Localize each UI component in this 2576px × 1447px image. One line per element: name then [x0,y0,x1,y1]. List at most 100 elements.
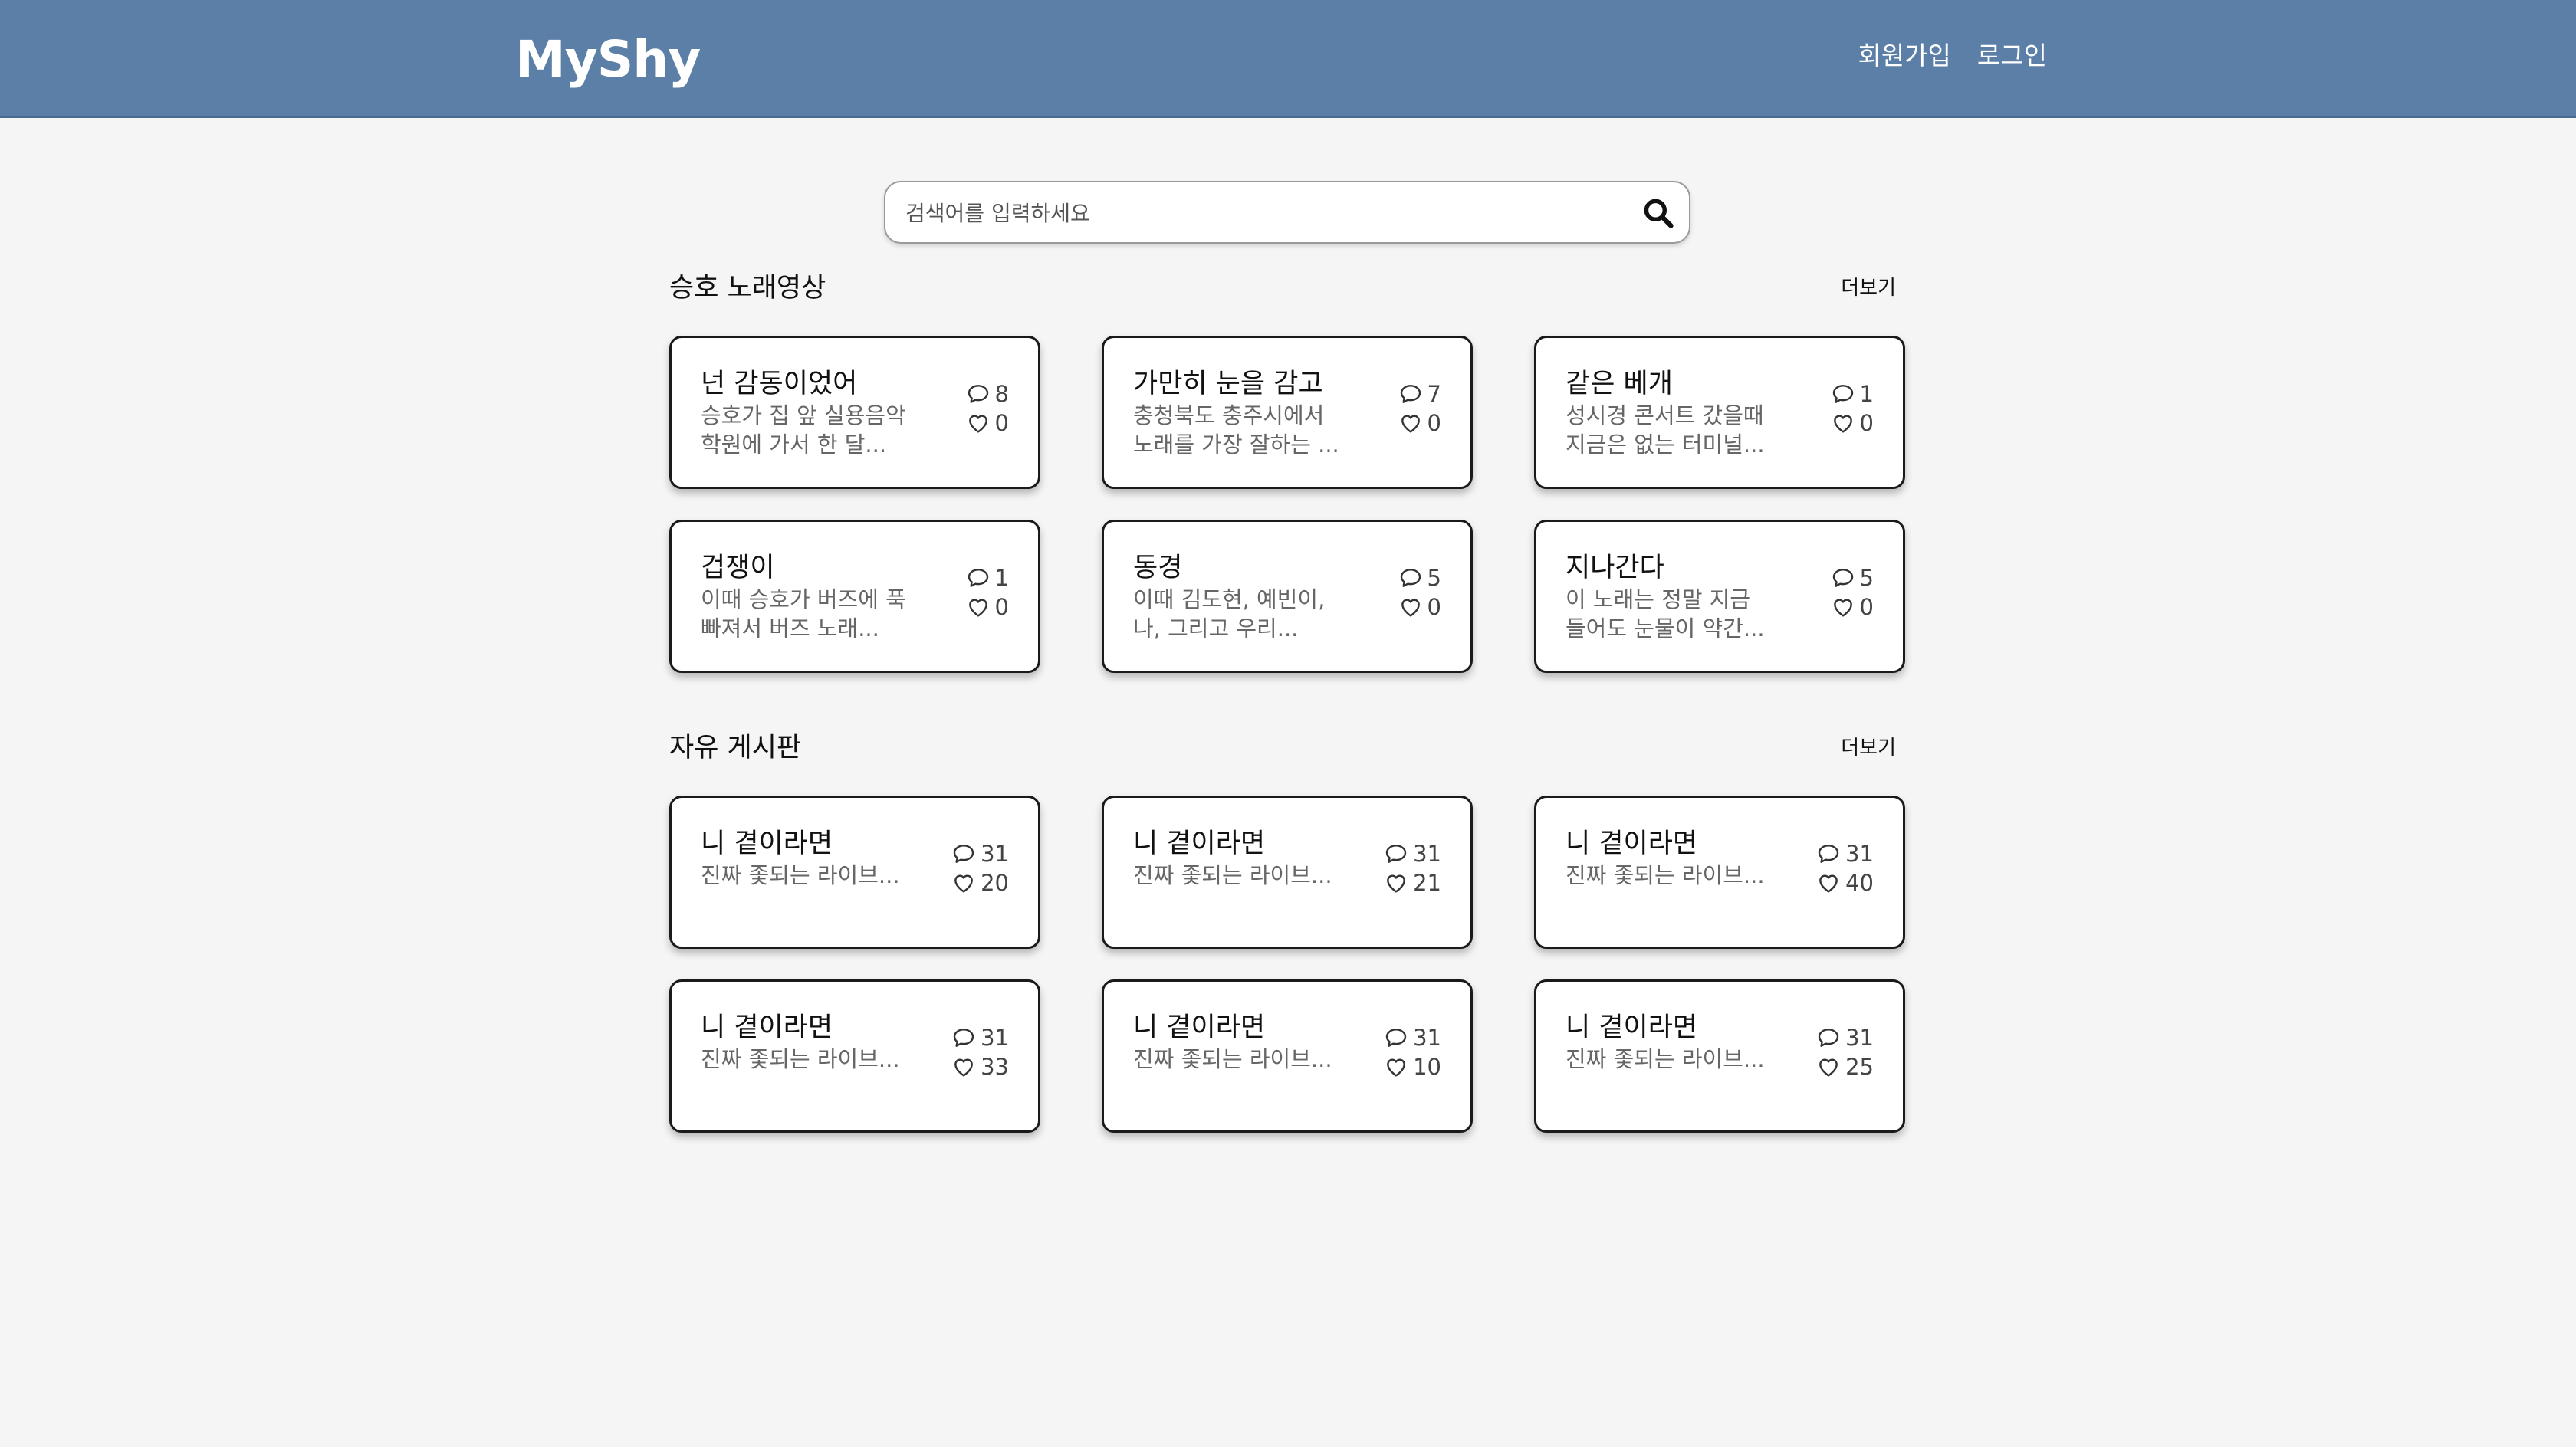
comment-icon [1831,566,1855,590]
heart-icon[interactable] [1398,411,1423,435]
like-count-value: 0 [994,410,1009,436]
comment-count: 31 [1384,1025,1441,1051]
top-navbar: MyShy 회원가입 로그인 [0,0,2576,118]
card-description: 이때 김도현, 예빈이, [1133,586,1326,612]
video-card-grid: 넌 감동이었어 승호가 집 앞 실용음악 학원에 가서 한 달... 8 0 가만히 눈… [669,336,1905,673]
heart-icon[interactable] [966,595,991,619]
card-description: 진짜 좇되는 라이브... [1133,1046,1332,1072]
like-count: 0 [966,410,1009,436]
heart-icon[interactable] [1816,871,1841,895]
more-link-board[interactable]: 더보기 [1841,734,1896,762]
section-title-videos: 승호 노래영상 [669,273,826,304]
like-count: 0 [966,594,1009,620]
card-stats: 80 [966,381,1009,436]
post-card[interactable]: 같은 베개 성시경 콘서트 갔을때 지금은 없는 터미널... 1 0 [1534,336,1905,489]
post-card[interactable]: 니 곁이라면 진짜 좇되는 라이브... 31 10 [1102,979,1473,1133]
card-description-line2: 나, 그리고 우리... [1133,615,1299,641]
like-count: 40 [1816,870,1874,896]
heart-icon[interactable] [1831,411,1855,435]
card-stats: 31 33 [951,1025,1009,1080]
card-stats: 31 10 [1384,1025,1441,1080]
card-stats: 31 20 [951,841,1009,896]
post-card[interactable]: 니 곁이라면 진짜 좇되는 라이브... 31 21 [1102,796,1473,949]
like-count: 0 [1398,594,1441,620]
comment-count-value: 31 [1845,1025,1874,1051]
comment-count-value: 31 [1413,1025,1441,1051]
card-stats: 10 [1831,381,1874,436]
post-card[interactable]: 니 곁이라면 진짜 좇되는 라이브... 31 40 [1534,796,1905,949]
like-count: 0 [1831,410,1874,436]
comment-icon [951,1025,976,1050]
comment-icon [951,842,976,866]
search-icon[interactable] [1641,196,1675,230]
card-title: 니 곁이라면 [1566,1012,1698,1043]
more-link-videos[interactable]: 더보기 [1841,274,1896,302]
card-description: 이때 승호가 버즈에 푹 [701,586,906,612]
like-count-value: 25 [1845,1054,1874,1080]
logo[interactable]: MyShy [515,29,701,90]
search-input[interactable] [904,182,1612,244]
like-count: 33 [951,1054,1009,1080]
post-card[interactable]: 겁쟁이 이때 승호가 버즈에 푹 빠져서 버즈 노래... 1 0 [669,520,1040,673]
like-count-value: 20 [981,870,1009,896]
card-stats: 70 [1398,381,1441,436]
like-count-value: 0 [1427,594,1441,620]
comment-count: 5 [1398,565,1441,591]
heart-icon[interactable] [1831,595,1855,619]
heart-icon[interactable] [1384,1055,1408,1079]
card-body: 니 곁이라면 진짜 좇되는 라이브... [1566,827,1796,890]
card-stats: 31 21 [1384,841,1441,896]
card-description: 승호가 집 앞 실용음악 [701,402,906,428]
comment-icon [1831,382,1855,406]
like-count-value: 0 [1859,594,1874,620]
card-body: 가만히 눈을 감고 충청북도 충주시에서 노래를 가장 잘하는 ... [1133,367,1363,459]
comment-icon [966,566,991,590]
heart-icon[interactable] [966,411,991,435]
card-title: 니 곁이라면 [701,828,833,859]
like-count: 0 [1831,594,1874,620]
like-count: 0 [1398,410,1441,436]
post-card[interactable]: 넌 감동이었어 승호가 집 앞 실용음악 학원에 가서 한 달... 8 0 [669,336,1040,489]
post-card[interactable]: 동경 이때 김도현, 예빈이, 나, 그리고 우리... 5 0 [1102,520,1473,673]
like-count-value: 0 [1859,410,1874,436]
post-card[interactable]: 지나간다 이 노래는 정말 지금 들어도 눈물이 약간... 5 0 [1534,520,1905,673]
signup-link[interactable]: 회원가입 [1858,38,1950,74]
like-count: 10 [1384,1054,1441,1080]
comment-icon [1816,842,1841,866]
like-count: 25 [1816,1054,1874,1080]
card-stats: 50 [1831,565,1874,620]
card-title: 같은 베개 [1566,369,1673,399]
post-card[interactable]: 가만히 눈을 감고 충청북도 충주시에서 노래를 가장 잘하는 ... 7 0 [1102,336,1473,489]
card-body: 넌 감동이었어 승호가 집 앞 실용음악 학원에 가서 한 달... [701,367,931,459]
heart-icon[interactable] [951,871,976,895]
comment-count: 7 [1398,381,1441,407]
card-stats: 50 [1398,565,1441,620]
heart-icon[interactable] [1384,871,1408,895]
card-body: 지나간다 이 노래는 정말 지금 들어도 눈물이 약간... [1566,551,1796,643]
comment-icon [1398,382,1423,406]
heart-icon[interactable] [1398,595,1423,619]
post-card[interactable]: 니 곁이라면 진짜 좇되는 라이브... 31 20 [669,796,1040,949]
card-description: 진짜 좇되는 라이브... [701,1046,900,1072]
search-bar [884,181,1691,244]
comment-icon [1816,1025,1841,1050]
card-title: 지나간다 [1566,553,1664,583]
card-body: 니 곁이라면 진짜 좇되는 라이브... [1133,827,1363,890]
card-title: 니 곁이라면 [1566,828,1698,859]
post-card[interactable]: 니 곁이라면 진짜 좇되는 라이브... 31 25 [1534,979,1905,1133]
comment-count-value: 7 [1427,381,1441,407]
heart-icon[interactable] [1816,1055,1841,1079]
like-count: 20 [951,870,1009,896]
card-description-line2: 학원에 가서 한 달... [701,431,887,458]
card-description: 진짜 좇되는 라이브... [1133,862,1332,888]
card-body: 니 곁이라면 진짜 좇되는 라이브... [1566,1011,1796,1074]
like-count-value: 40 [1845,870,1874,896]
comment-icon [1384,842,1408,866]
comment-count-value: 5 [1859,565,1874,591]
comment-count-value: 31 [981,841,1009,867]
card-title: 니 곁이라면 [1133,1012,1266,1043]
heart-icon[interactable] [951,1055,976,1079]
post-card[interactable]: 니 곁이라면 진짜 좇되는 라이브... 31 33 [669,979,1040,1133]
comment-count-value: 1 [1859,381,1874,407]
login-link[interactable]: 로그인 [1977,38,2047,74]
